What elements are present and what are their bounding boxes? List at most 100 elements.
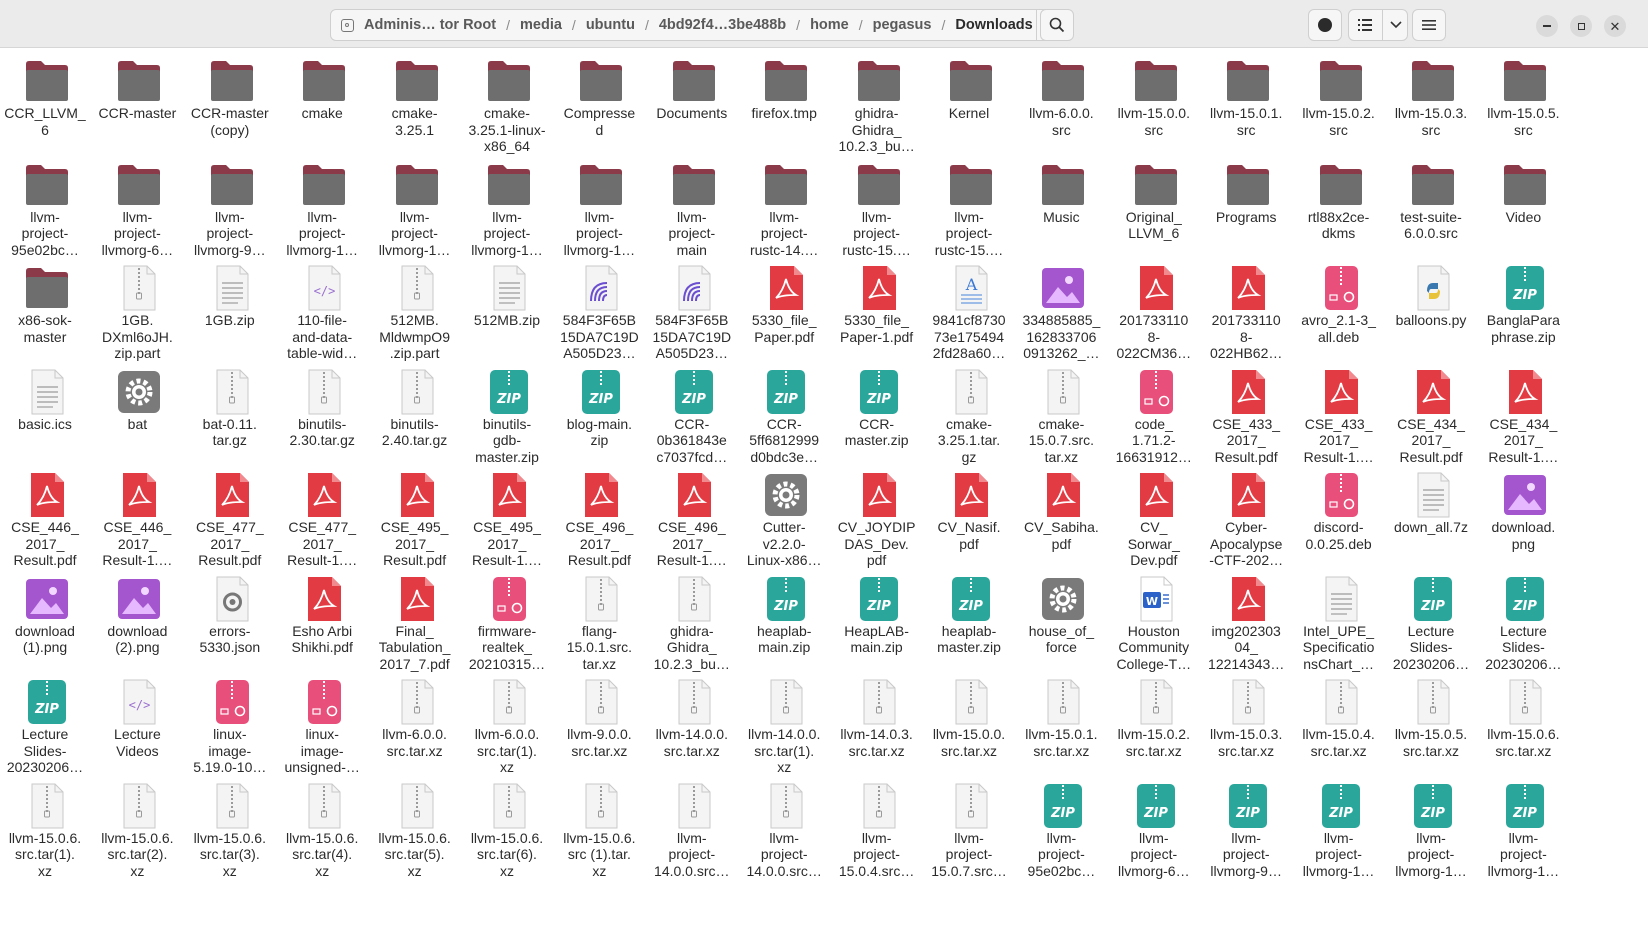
- view-options-button[interactable]: [1348, 9, 1408, 41]
- file-item[interactable]: linux-image-unsigned-…: [274, 673, 370, 775]
- file-item[interactable]: CSE_446_ 2017_ Result.pdf: [0, 466, 93, 568]
- file-item[interactable]: ZIP llvm-project-llvmorg-1…: [1383, 777, 1479, 879]
- file-item[interactable]: llvm-project- 15.0.7.src…: [921, 777, 1017, 879]
- file-item[interactable]: CSE_446_ 2017_ Result-1.…: [89, 466, 185, 568]
- file-item[interactable]: house_of_ force: [1013, 570, 1109, 672]
- record-button[interactable]: [1308, 9, 1342, 41]
- folder-item[interactable]: llvm-15.0.5. src: [1475, 52, 1571, 154]
- file-item[interactable]: ZIP llvm-project-llvmorg-6…: [1106, 777, 1202, 879]
- file-item[interactable]: Intel_UPE_ Specificatio nsChart_…: [1291, 570, 1387, 672]
- file-item[interactable]: llvm-15.0.6. src.tar(6). xz: [459, 777, 555, 879]
- file-item[interactable]: code_ 1.71.2- 16631912…: [1106, 363, 1202, 465]
- file-item[interactable]: CSE_433_ 2017_ Result.pdf: [1198, 363, 1294, 465]
- file-item[interactable]: ZIP Lecture Slides- 20230206…: [0, 673, 93, 775]
- file-item[interactable]: download (2).png: [89, 570, 185, 672]
- file-item[interactable]: ghidra- Ghidra_ 10.2.3_bu…: [644, 570, 740, 672]
- breadcrumb-ubuntu[interactable]: ubuntu: [576, 17, 645, 33]
- breadcrumb-media[interactable]: media: [510, 17, 572, 33]
- folder-item[interactable]: Kernel: [921, 52, 1017, 154]
- file-item[interactable]: 512MB.zip: [459, 259, 555, 361]
- file-item[interactable]: linux-image- 5.19.0-10…: [182, 673, 278, 775]
- file-item[interactable]: CSE_477_ 2017_ Result-1.…: [274, 466, 370, 568]
- file-item[interactable]: firmware-realtek_ 20210315…: [459, 570, 555, 672]
- folder-item[interactable]: llvm-project-llvmorg-1…: [274, 156, 370, 258]
- folder-item[interactable]: llvm-15.0.0. src: [1106, 52, 1202, 154]
- file-item[interactable]: ZIP llvm-project-llvmorg-9…: [1198, 777, 1294, 879]
- file-item[interactable]: flang- 15.0.1.src. tar.xz: [551, 570, 647, 672]
- file-item[interactable]: 5330_file_ Paper.pdf: [736, 259, 832, 361]
- file-item[interactable]: ZIP llvm-project-llvmorg-1…: [1291, 777, 1387, 879]
- folder-item[interactable]: llvm-project-rustc-15.…: [829, 156, 925, 258]
- file-item[interactable]: discord- 0.0.25.deb: [1291, 466, 1387, 568]
- file-item[interactable]: download (1).png: [0, 570, 93, 672]
- file-item[interactable]: bat-0.11. tar.gz: [182, 363, 278, 465]
- file-item[interactable]: llvm-15.0.4. src.tar.xz: [1291, 673, 1387, 775]
- file-item[interactable]: llvm-9.0.0. src.tar.xz: [551, 673, 647, 775]
- file-item[interactable]: CSE_495_ 2017_ Result.pdf: [367, 466, 463, 568]
- file-item[interactable]: CV_Sabiha. pdf: [1013, 466, 1109, 568]
- file-item[interactable]: 334885885_ 162833706 0913262_…: [1013, 259, 1109, 361]
- folder-item[interactable]: llvm-project-llvmorg-1…: [459, 156, 555, 258]
- file-item[interactable]: ZIP heaplab-main.zip: [736, 570, 832, 672]
- file-item[interactable]: 1GB. DXml6oJH. zip.part: [89, 259, 185, 361]
- folder-item[interactable]: cmake- 3.25.1-linux-x86_64: [459, 52, 555, 154]
- folder-item[interactable]: llvm-project-llvmorg-9…: [182, 156, 278, 258]
- file-item[interactable]: ZIP llvm-project- 95e02bc…: [1013, 777, 1109, 879]
- folder-item[interactable]: CCR_LLVM_ 6: [0, 52, 93, 154]
- file-item[interactable]: binutils- 2.40.tar.gz: [367, 363, 463, 465]
- file-item[interactable]: ZIP heaplab-master.zip: [921, 570, 1017, 672]
- file-item[interactable]: CSE_495_ 2017_ Result-1.…: [459, 466, 555, 568]
- file-item[interactable]: llvm-project- 15.0.4.src…: [829, 777, 925, 879]
- breadcrumb-home[interactable]: home: [800, 17, 859, 33]
- folder-item[interactable]: llvm-15.0.3. src: [1383, 52, 1479, 154]
- folder-item[interactable]: firefox.tmp: [736, 52, 832, 154]
- breadcrumb-downloads[interactable]: Downloads: [945, 17, 1042, 33]
- file-item[interactable]: llvm-15.0.6. src.tar.xz: [1475, 673, 1571, 775]
- file-item[interactable]: CV_JOYDIP DAS_Dev. pdf: [829, 466, 925, 568]
- file-item[interactable]: </> 110-file-and-data-table-wid…: [274, 259, 370, 361]
- file-item[interactable]: ZIP BanglaPara phrase.zip: [1475, 259, 1571, 361]
- file-item[interactable]: CSE_434_ 2017_ Result-1.…: [1475, 363, 1571, 465]
- file-item[interactable]: ZIP binutils-gdb-master.zip: [459, 363, 555, 465]
- file-item[interactable]: llvm-15.0.6. src.tar(1). xz: [0, 777, 93, 879]
- close-button[interactable]: ✕: [1604, 15, 1626, 37]
- folder-item[interactable]: llvm-project-llvmorg-6…: [89, 156, 185, 258]
- file-item[interactable]: ZIP CCR-master.zip: [829, 363, 925, 465]
- folder-item[interactable]: test-suite- 6.0.0.src: [1383, 156, 1479, 258]
- file-item[interactable]: 1GB.zip: [182, 259, 278, 361]
- file-item[interactable]: A 9841cf8730 73e175494 2fd28a60…: [921, 259, 1017, 361]
- file-item[interactable]: 584F3F65B 15DA7C19D A505D23…: [644, 259, 740, 361]
- file-item[interactable]: ZIP llvm-project-llvmorg-1…: [1475, 777, 1571, 879]
- file-item[interactable]: llvm-15.0.3. src.tar.xz: [1198, 673, 1294, 775]
- file-item[interactable]: ZIP CCR- 5ff6812999 d0bdc3e…: [736, 363, 832, 465]
- file-item[interactable]: avro_2.1-3_ all.deb: [1291, 259, 1387, 361]
- maximize-button[interactable]: [1570, 15, 1592, 37]
- folder-item[interactable]: ghidra- Ghidra_ 10.2.3_bu…: [829, 52, 925, 154]
- breadcrumb-root[interactable]: Adminis… tor Root: [354, 17, 506, 33]
- file-item[interactable]: cmake- 15.0.7.src. tar.xz: [1013, 363, 1109, 465]
- file-item[interactable]: Final_ Tabulation_ 2017_7.pdf: [367, 570, 463, 672]
- file-item[interactable]: llvm-14.0.0. src.tar(1). xz: [736, 673, 832, 775]
- file-item[interactable]: Cyber- Apocalypse -CTF-202…: [1198, 466, 1294, 568]
- file-item[interactable]: llvm-15.0.2. src.tar.xz: [1106, 673, 1202, 775]
- breadcrumb-volume[interactable]: 4bd92f4…3be488b: [649, 17, 796, 33]
- minimize-button[interactable]: [1536, 15, 1558, 37]
- file-item[interactable]: bat: [89, 363, 185, 465]
- folder-item[interactable]: CCR-master (copy): [182, 52, 278, 154]
- file-item[interactable]: llvm-15.0.0. src.tar.xz: [921, 673, 1017, 775]
- file-item[interactable]: CV_Nasif. pdf: [921, 466, 1017, 568]
- main-menu-button[interactable]: [1412, 9, 1446, 41]
- folder-item[interactable]: llvm-15.0.2. src: [1291, 52, 1387, 154]
- folder-item[interactable]: llvm-project-llvmorg-1…: [551, 156, 647, 258]
- file-item[interactable]: llvm-project- 14.0.0.src…: [644, 777, 740, 879]
- file-item[interactable]: 201733110 8- 022HB62…: [1198, 259, 1294, 361]
- file-item[interactable]: balloons.py: [1383, 259, 1479, 361]
- file-item[interactable]: llvm-15.0.6. src.tar(5). xz: [367, 777, 463, 879]
- folder-item[interactable]: cmake- 3.25.1: [367, 52, 463, 154]
- file-item[interactable]: down_all.7z: [1383, 466, 1479, 568]
- file-item[interactable]: llvm-6.0.0. src.tar.xz: [367, 673, 463, 775]
- folder-item[interactable]: Programs: [1198, 156, 1294, 258]
- file-item[interactable]: 512MB. MldwmpO9 .zip.part: [367, 259, 463, 361]
- file-item[interactable]: cmake- 3.25.1.tar. gz: [921, 363, 1017, 465]
- file-item[interactable]: download. png: [1475, 466, 1571, 568]
